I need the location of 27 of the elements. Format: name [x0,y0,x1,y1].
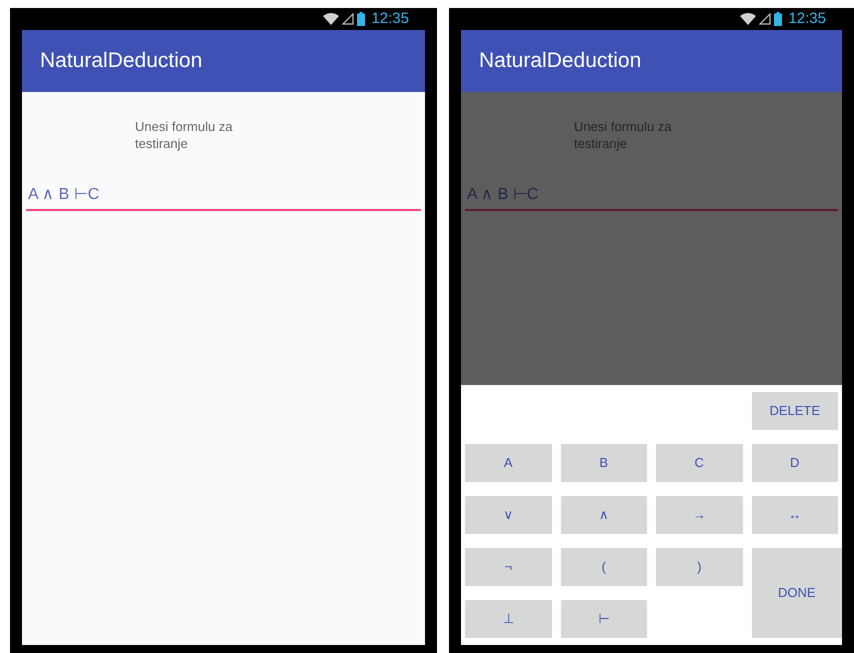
keyboard-key[interactable]: → [656,496,742,534]
keyboard-key[interactable]: ∧ [560,496,647,534]
app-title: NaturalDeduction [479,48,642,74]
keyboard-key[interactable]: ↔ [752,496,838,534]
wifi-icon [323,13,340,25]
app-title: NaturalDeduction [40,48,202,74]
keyboard-key[interactable]: ⊢ [560,600,647,638]
keyboard-key[interactable]: ( [560,548,647,586]
status-time: 12:35 [371,8,409,29]
signal-icon [759,13,772,25]
keyboard-key[interactable]: ¬ [465,548,552,586]
keyboard-key[interactable]: ⊥ [465,600,552,638]
keyboard-key[interactable]: B [560,444,647,482]
signal-icon [342,13,354,25]
keyboard-key[interactable]: ∨ [465,496,552,534]
formula-field[interactable]: A ∧ B ⊢C [26,183,421,211]
keyboard-key[interactable]: A [465,444,552,482]
keyboard-key[interactable]: DONE [752,548,842,638]
wifi-icon [740,13,756,25]
keyboard-key[interactable]: DELETE [752,392,838,430]
prompt-text: Unesi formulu za testiranje [135,118,234,152]
battery-icon [357,12,366,26]
status-time: 12:35 [788,8,826,29]
keyboard-key[interactable]: C [656,444,742,482]
keyboard-key[interactable]: ) [656,548,742,586]
keyboard-key[interactable]: D [752,444,838,482]
battery-icon [774,12,782,26]
